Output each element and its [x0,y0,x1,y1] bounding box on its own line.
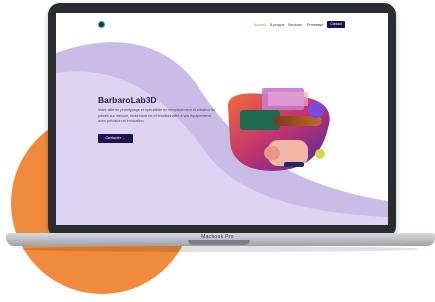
mockup-stage: Accueil À propos Services Promesse Conta… [0,0,435,302]
nav-contact-button[interactable]: Contact [327,21,345,28]
laptop-screen: Accueil À propos Services Promesse Conta… [56,13,388,225]
nav-item-accueil[interactable]: Accueil [254,23,266,27]
logo-icon[interactable] [98,21,105,28]
device-label: Macbook Pro [201,234,234,240]
nav-item-a-propos[interactable]: À propos [270,23,284,27]
laptop-shadow [20,246,420,252]
hero-title: BarbaroLab3D [98,95,157,105]
hero-contact-button[interactable]: Contacter → [98,134,133,143]
nav-item-services[interactable]: Services [288,23,302,27]
hero-3d-illustration [228,88,330,171]
hero-description: Votre allié en prototypage et spécialist… [98,108,216,124]
laptop-notch [188,240,250,245]
nav-item-promesse[interactable]: Promesse [307,23,323,27]
top-navigation: Accueil À propos Services Promesse Conta… [56,13,388,35]
